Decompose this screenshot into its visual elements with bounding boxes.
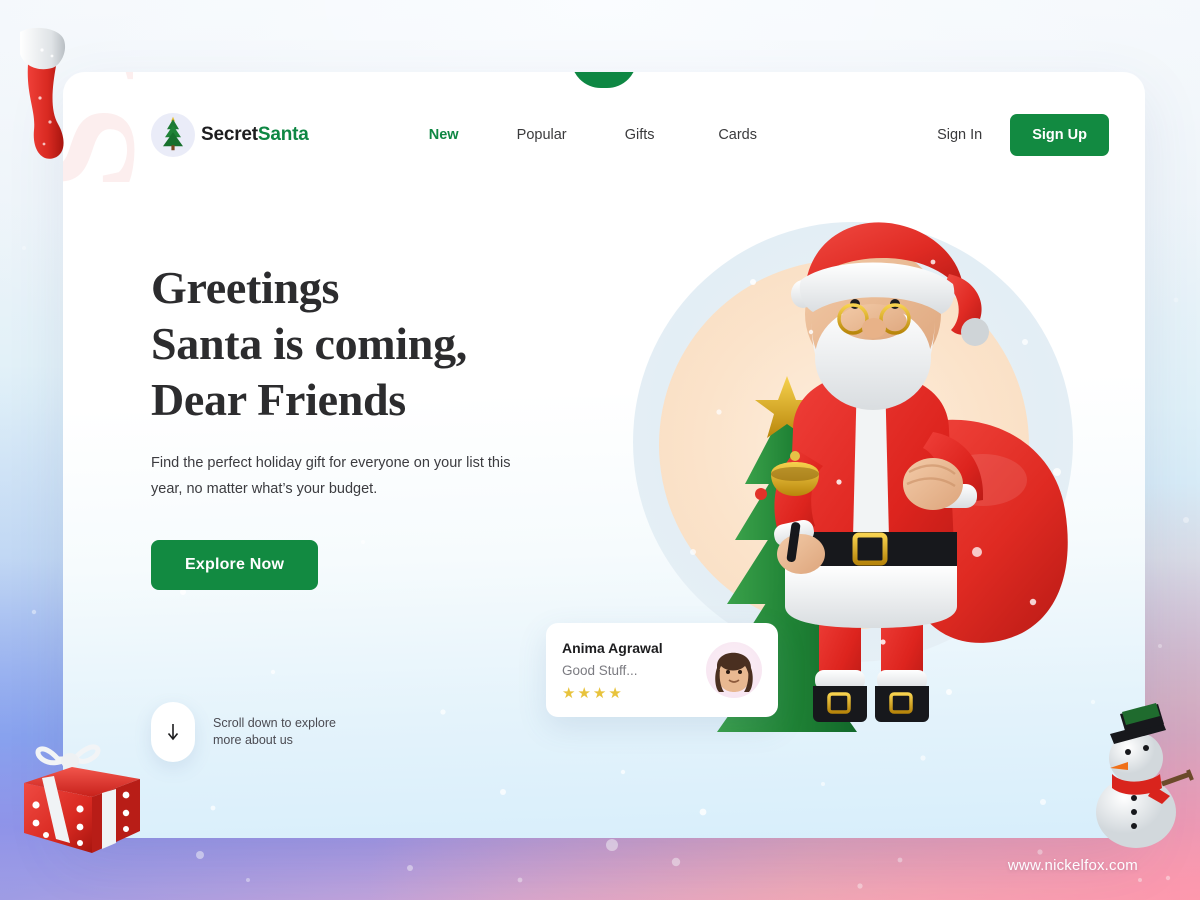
page-stage: SANTA <box>0 0 1200 900</box>
gift-box-icon <box>24 744 140 853</box>
avatar <box>706 642 762 698</box>
headline-line-1: Greetings <box>151 262 340 313</box>
brand-name-part2: Santa <box>257 124 309 145</box>
santa-head-artwork <box>791 222 989 410</box>
headline-line-2: Santa is coming, <box>151 318 467 369</box>
scroll-pill[interactable] <box>151 702 195 762</box>
sign-up-button[interactable]: Sign Up <box>1010 114 1109 156</box>
hero-card: SANTA <box>63 72 1145 838</box>
page-title: Greetings Santa is coming, Dear Friends <box>151 260 621 428</box>
site-url: www.nickelfox.com <box>1007 857 1138 874</box>
scroll-hint-text: Scroll down to explore more about us <box>213 715 336 749</box>
scroll-down-hint[interactable]: Scroll down to explore more about us <box>151 702 336 762</box>
sign-in-link[interactable]: Sign In <box>931 119 988 151</box>
brand-name: SecretSanta <box>201 124 309 146</box>
nav-link-popular[interactable]: Popular <box>493 119 591 151</box>
headline-line-3: Dear Friends <box>151 374 406 425</box>
top-navigation-bar: SecretSanta New Popular Gifts Cards Sign… <box>63 100 1145 170</box>
snowman-icon <box>1096 703 1194 848</box>
christmas-stocking-icon <box>20 27 66 159</box>
nav-account-actions: Sign In Sign Up <box>931 114 1109 156</box>
hero-content: Greetings Santa is coming, Dear Friends … <box>151 260 621 590</box>
testimonial-card[interactable]: Anima Agrawal Good Stuff... ★★★★ <box>546 623 778 717</box>
rating-stars: ★★★★ <box>562 684 624 702</box>
brand-name-part1: Secret <box>201 124 258 145</box>
nav-link-gifts[interactable]: Gifts <box>591 119 689 151</box>
card-top-tab-decoration <box>571 72 637 88</box>
nav-links: New Popular Gifts Cards <box>395 119 787 151</box>
scroll-hint-line-1: Scroll down to explore <box>213 716 336 730</box>
testimonial-info: Anima Agrawal Good Stuff... ★★★★ <box>562 640 706 701</box>
hero-subcopy: Find the perfect holiday gift for everyo… <box>151 455 511 497</box>
arrow-down-icon <box>167 724 179 741</box>
testimonial-quote: Good Stuff... <box>562 662 638 678</box>
explore-now-button[interactable]: Explore Now <box>151 540 319 590</box>
christmas-tree-icon <box>151 113 195 157</box>
nav-link-cards[interactable]: Cards <box>689 119 787 151</box>
testimonial-author-name: Anima Agrawal <box>562 639 663 656</box>
brand-logo[interactable]: SecretSanta <box>151 113 309 157</box>
nav-link-new[interactable]: New <box>395 119 493 151</box>
scroll-hint-line-2: more about us <box>213 733 293 747</box>
